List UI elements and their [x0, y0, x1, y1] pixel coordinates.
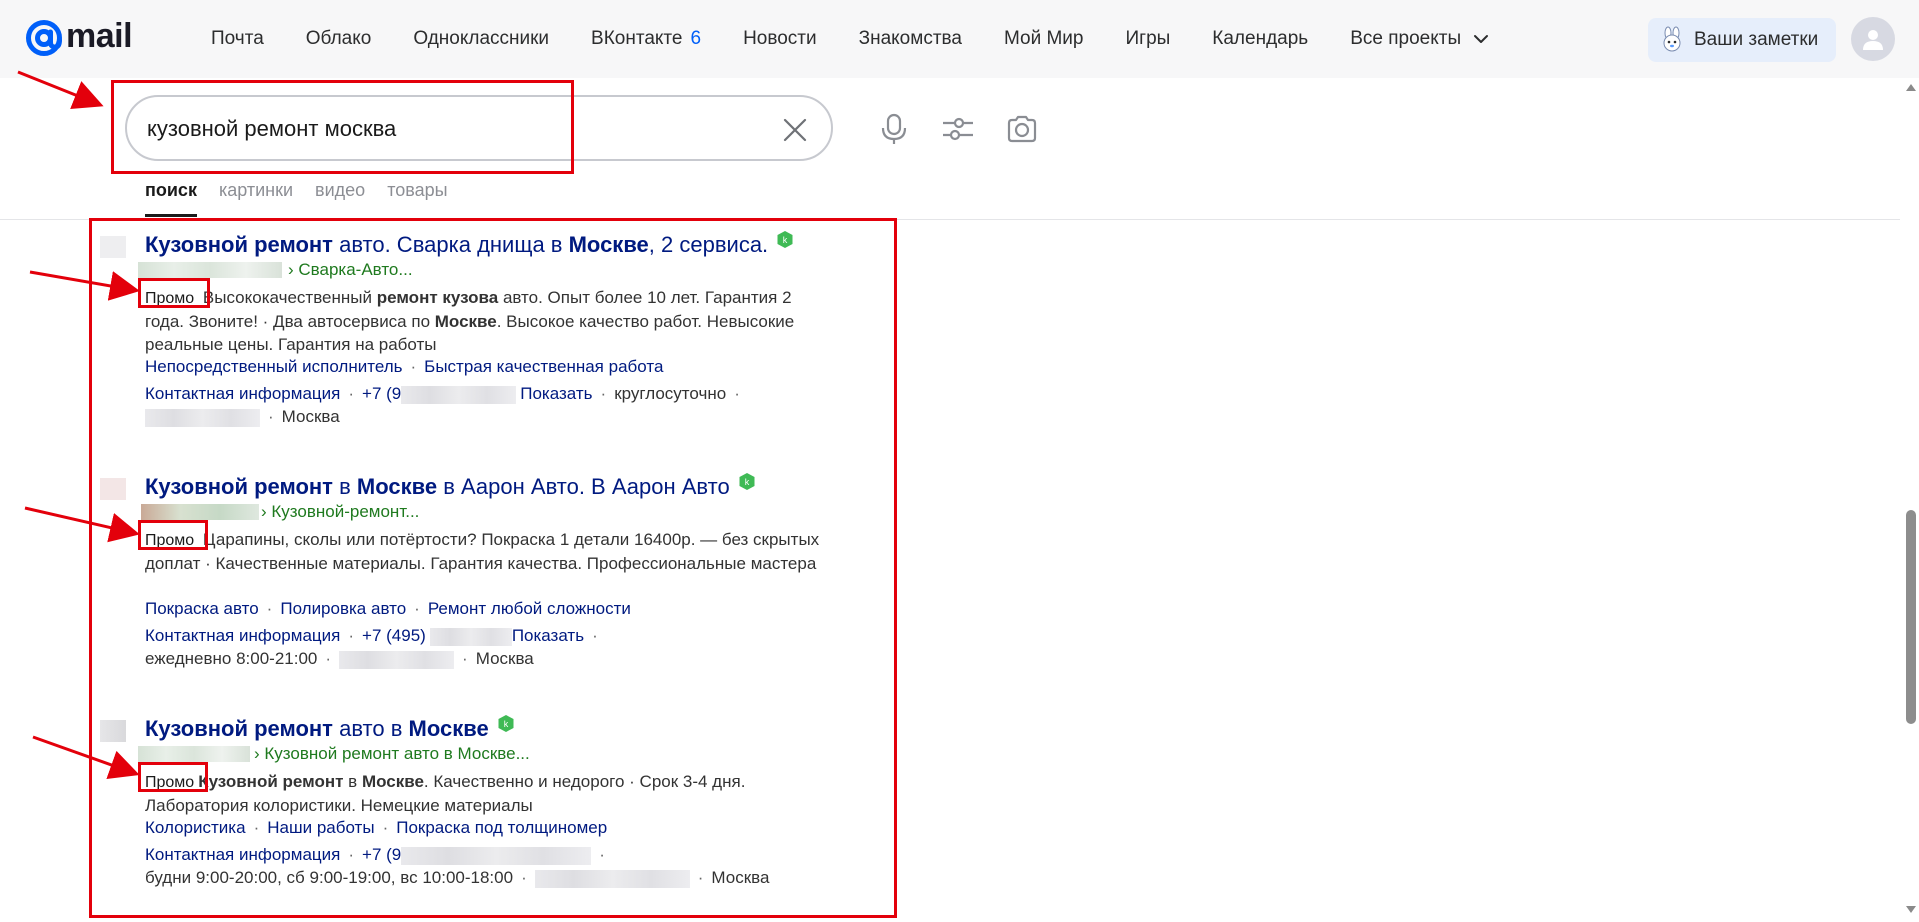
tab-search[interactable]: поиск: [145, 180, 197, 220]
filters-icon[interactable]: [941, 112, 975, 146]
projects-nav: Почта Облако Одноклассники ВКонтакте 6 Н…: [211, 0, 1531, 78]
annotation-box-results: [89, 218, 897, 918]
nav-item-games[interactable]: Игры: [1125, 28, 1170, 50]
chevron-down-icon: [1474, 35, 1489, 43]
annotation-box-promo-3: [138, 762, 208, 792]
nav-item-mail[interactable]: Почта: [211, 28, 264, 50]
logo-text: mail: [66, 16, 133, 55]
nav-item-all-projects[interactable]: Все проекты: [1350, 28, 1489, 50]
notes-button-label: Ваши заметки: [1694, 29, 1819, 50]
scroll-up-arrow[interactable]: [1906, 84, 1916, 91]
camera-search-icon[interactable]: [1005, 112, 1039, 146]
user-icon: [1863, 30, 1883, 50]
search-tabs: поиск картинки видео товары: [145, 180, 470, 220]
nav-item-ok[interactable]: Одноклассники: [413, 28, 549, 50]
nav-item-my-world[interactable]: Мой Мир: [1004, 28, 1084, 50]
annotation-box-promo-2: [138, 520, 208, 550]
notes-button[interactable]: Ваши заметки: [1648, 18, 1836, 62]
scrollbar-thumb[interactable]: [1906, 510, 1916, 724]
tab-video[interactable]: видео: [315, 180, 365, 220]
nav-item-cloud[interactable]: Облако: [306, 28, 372, 50]
close-icon[interactable]: [782, 117, 808, 143]
top-bar: mail Почта Облако Одноклассники ВКонтакт…: [0, 0, 1919, 78]
tab-images[interactable]: картинки: [219, 180, 293, 220]
nav-item-all-projects-label: Все проекты: [1350, 28, 1462, 49]
nav-item-vk-label: ВКонтакте: [591, 28, 683, 49]
tab-products[interactable]: товары: [387, 180, 447, 220]
nav-item-vk[interactable]: ВКонтакте 6: [591, 28, 701, 50]
microphone-icon[interactable]: [877, 112, 911, 146]
vk-notification-badge: 6: [690, 28, 702, 49]
annotation-box-search: [111, 80, 574, 174]
bunny-mascot-icon: [1663, 26, 1681, 52]
mail-logo[interactable]: mail: [24, 16, 133, 58]
user-avatar[interactable]: [1851, 17, 1895, 61]
nav-item-news[interactable]: Новости: [743, 28, 817, 50]
nav-item-calendar[interactable]: Календарь: [1212, 28, 1308, 50]
annotation-box-promo-1: [138, 278, 210, 308]
nav-item-dating[interactable]: Знакомства: [859, 28, 962, 50]
scroll-down-arrow[interactable]: [1906, 906, 1916, 913]
at-sign-icon: [26, 20, 62, 56]
